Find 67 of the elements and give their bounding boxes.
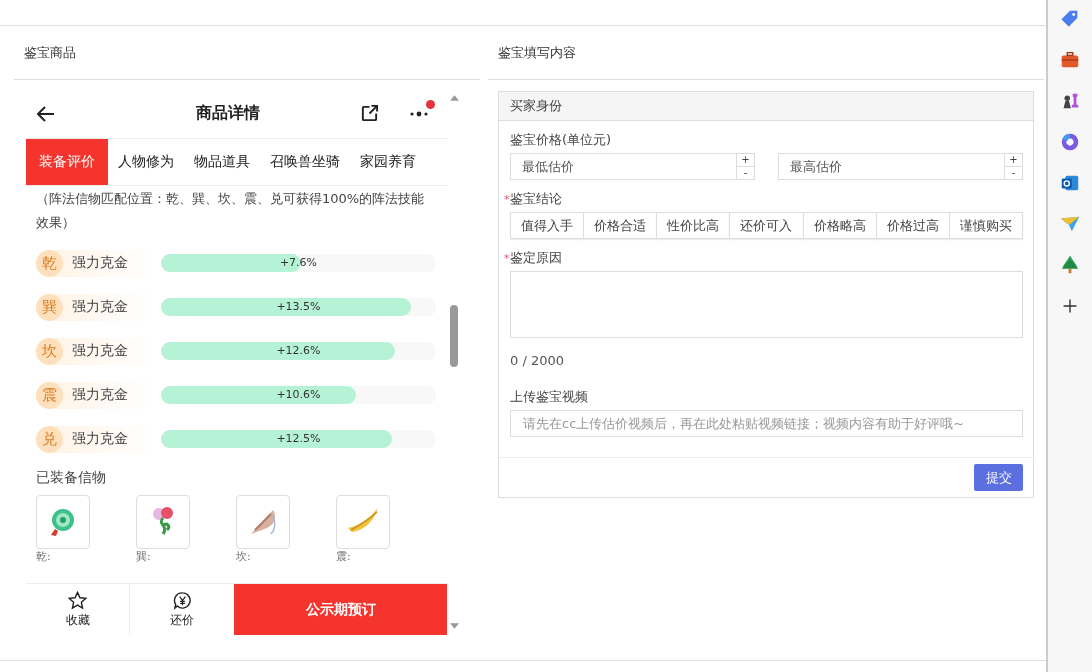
position-badge: 震 xyxy=(36,381,63,409)
position-badge: 坎 xyxy=(36,337,63,365)
tab[interactable]: 物品道具 xyxy=(184,139,260,185)
position-badge: 乾 xyxy=(36,249,63,277)
panel-title: 鉴宝填写内容 xyxy=(488,26,1044,80)
progress-reading: +12.5% xyxy=(275,431,322,447)
option-button[interactable]: 价格略高 xyxy=(802,212,877,239)
option-button[interactable]: 谨慎购买 xyxy=(948,212,1023,239)
ring-icon[interactable] xyxy=(1059,131,1081,153)
item-thumbnail[interactable] xyxy=(136,495,190,549)
scroll-down-icon[interactable] xyxy=(449,623,459,629)
panel-title: 鉴宝商品 xyxy=(14,26,480,80)
page-title: 商品详情 xyxy=(195,103,261,124)
field-label: 鉴宝价格(单位元) xyxy=(510,131,613,149)
progress-reading: +7.6% xyxy=(278,255,319,271)
character-counter: 0 / 2000 xyxy=(510,353,565,368)
option-button[interactable]: 值得入手 xyxy=(510,212,585,239)
tab[interactable]: 召唤兽坐骑 xyxy=(260,139,350,185)
section-header: 买家身份 xyxy=(499,92,1033,121)
field-label: 鉴宝结论 xyxy=(510,190,562,208)
bonus-name: 强力克金 xyxy=(72,386,128,404)
decrement-button[interactable]: - xyxy=(1005,166,1022,179)
bonus-name: 强力克金 xyxy=(72,430,128,448)
tab[interactable]: 人物修为 xyxy=(108,139,184,185)
decrement-button[interactable]: - xyxy=(737,166,754,179)
star-icon xyxy=(68,590,87,610)
item-label: 乾: xyxy=(36,550,51,563)
progress-reading: +13.5% xyxy=(275,299,322,315)
tree-icon[interactable] xyxy=(1059,254,1081,276)
submit-button[interactable]: 提交 xyxy=(974,464,1023,491)
note-text: （阵法信物匹配位置：乾、巽、坎、震、兑可获得100%的阵法技能效果） xyxy=(36,190,426,232)
tab[interactable]: 家园养育 xyxy=(350,139,426,185)
progress-reading: +12.6% xyxy=(275,343,322,359)
reserve-button[interactable]: 公示期预订 xyxy=(234,584,447,635)
back-arrow-icon[interactable] xyxy=(36,103,56,124)
field-label: 上传鉴宝视频 xyxy=(510,388,589,406)
required-mark: * xyxy=(504,251,510,265)
item-thumbnail[interactable] xyxy=(336,495,390,549)
video-link-field[interactable]: 请先在cc上传估价视频后，再在此处粘贴视频链接；视频内容有助于好评哦~ xyxy=(510,410,1023,437)
share-icon[interactable] xyxy=(360,104,379,123)
bonus-name: 强力克金 xyxy=(72,298,128,316)
item-label: 坎: xyxy=(236,550,251,563)
item-thumbnail[interactable] xyxy=(36,495,90,549)
scrollbar-thumb[interactable] xyxy=(450,305,458,367)
more-icon[interactable] xyxy=(409,110,429,117)
increment-button[interactable]: + xyxy=(1005,154,1022,166)
option-button[interactable]: 还价可入 xyxy=(729,212,804,239)
scroll-up-icon[interactable] xyxy=(449,95,459,101)
item-label: 震: xyxy=(336,550,351,563)
tab[interactable]: 装备评价 xyxy=(26,139,108,185)
number-field[interactable]: 最低估价 + - xyxy=(510,153,755,180)
increment-button[interactable]: + xyxy=(737,154,754,166)
bonus-name: 强力克金 xyxy=(72,342,128,360)
section-title: 已装备信物 xyxy=(36,469,107,487)
item-label: 巽: xyxy=(136,550,151,563)
option-button[interactable]: 价格过高 xyxy=(875,212,950,239)
yen-bubble-icon xyxy=(172,590,192,610)
position-badge: 巽 xyxy=(36,293,63,321)
field-label: 鉴定原因 xyxy=(510,249,562,267)
number-field[interactable]: 最高估价 + - xyxy=(778,153,1023,180)
position-badge: 兑 xyxy=(36,425,63,453)
bonus-name: 强力克金 xyxy=(72,254,128,272)
option-button[interactable]: 性价比高 xyxy=(656,212,731,239)
option-button[interactable]: 价格合适 xyxy=(583,212,658,239)
progress-reading: +10.6% xyxy=(275,387,322,403)
item-thumbnail[interactable] xyxy=(236,495,290,549)
required-mark: * xyxy=(504,192,510,206)
